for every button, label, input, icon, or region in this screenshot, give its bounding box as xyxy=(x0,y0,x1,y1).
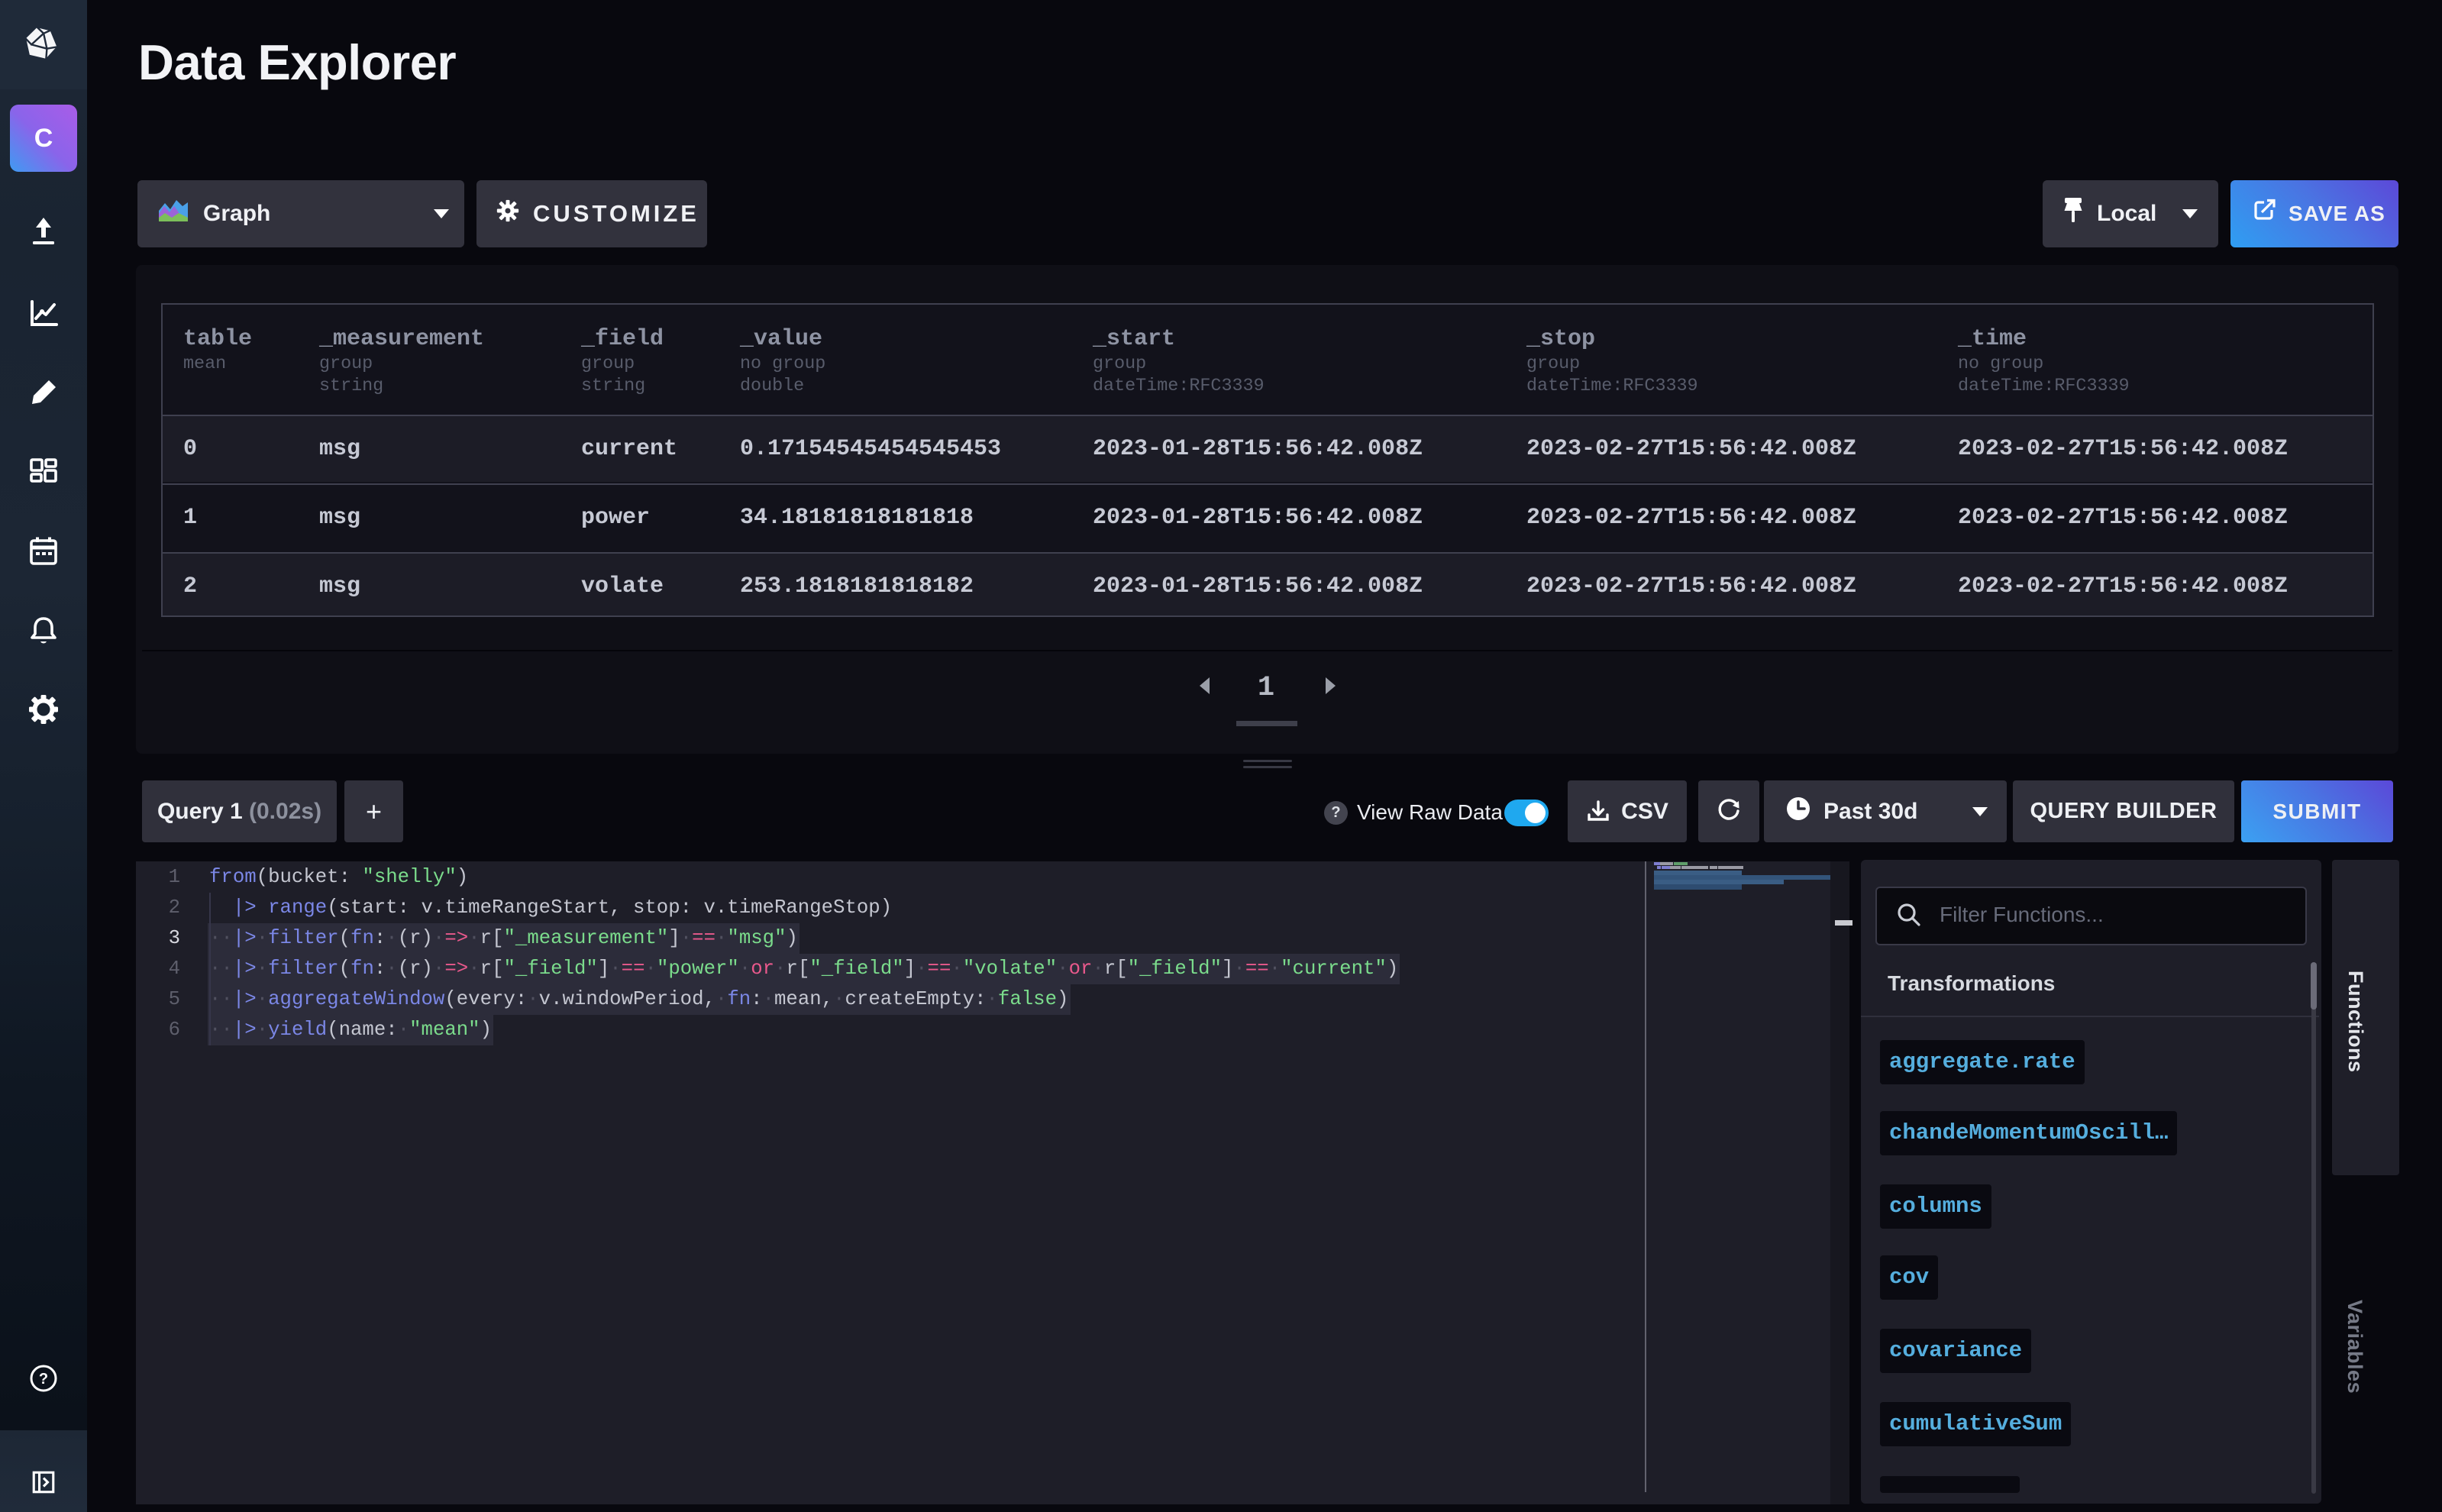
svg-text:?: ? xyxy=(39,1371,48,1388)
